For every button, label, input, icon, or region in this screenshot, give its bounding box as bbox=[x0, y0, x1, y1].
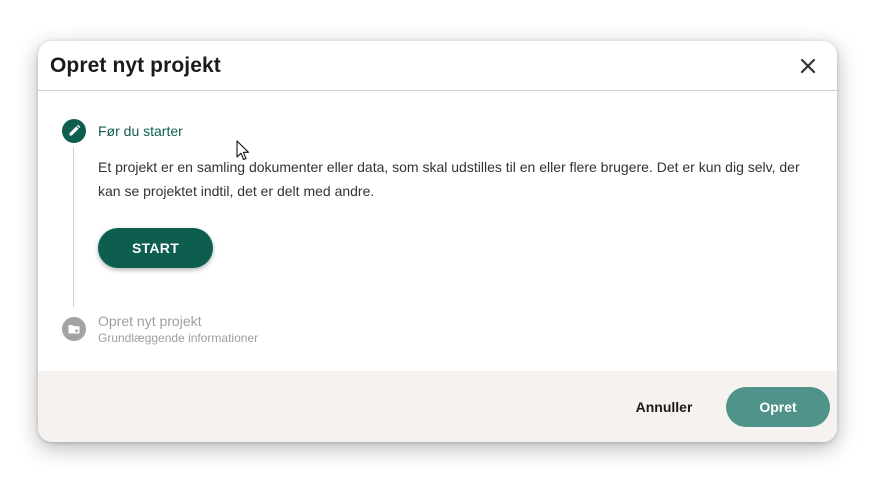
step-2-subtitle: Grundlæggende informationer bbox=[98, 331, 259, 345]
dialog-footer: Annuller Opret bbox=[38, 371, 837, 442]
stepper-connector bbox=[73, 147, 74, 307]
create-project-dialog: Opret nyt projekt Før du starter Et proj… bbox=[38, 41, 837, 442]
dialog-header: Opret nyt projekt bbox=[38, 41, 837, 91]
dialog-title: Opret nyt projekt bbox=[50, 54, 221, 77]
cancel-button[interactable]: Annuller bbox=[624, 387, 704, 427]
pencil-icon bbox=[69, 124, 81, 136]
close-icon bbox=[800, 58, 816, 74]
close-button[interactable] bbox=[796, 54, 820, 78]
step-1-description: Et projekt er en samling dokumenter elle… bbox=[98, 159, 800, 199]
step-1-indicator bbox=[62, 119, 86, 143]
step-1-title: Før du starter bbox=[98, 123, 183, 139]
create-button[interactable]: Opret bbox=[726, 387, 830, 427]
dialog-body: Før du starter Et projekt er en samling … bbox=[38, 91, 837, 371]
step-2-title: Opret nyt projekt bbox=[98, 313, 202, 329]
step-2-indicator bbox=[62, 317, 86, 341]
start-button[interactable]: START bbox=[98, 228, 213, 268]
folder-add-icon bbox=[68, 325, 80, 334]
mouse-cursor-icon bbox=[236, 140, 250, 161]
